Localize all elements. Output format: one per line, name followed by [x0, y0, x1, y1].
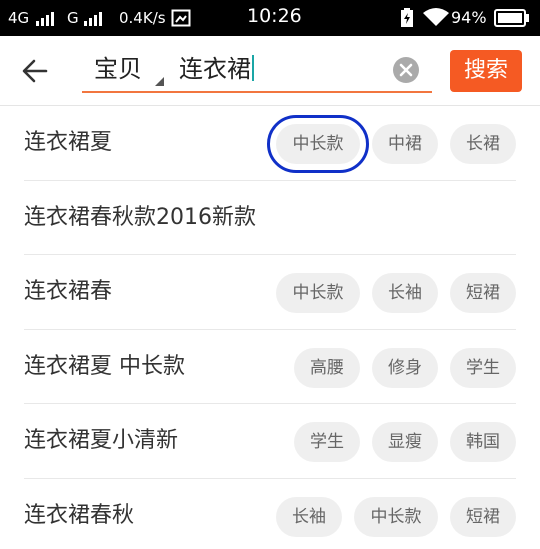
suggestion-label: 连衣裙春	[24, 279, 113, 305]
suggestion-tag[interactable]: 短裙	[450, 496, 516, 537]
wifi-icon	[423, 8, 449, 26]
suggestion-label: 连衣裙春秋款2016新款	[24, 204, 256, 230]
network-speed: 0.4K/s	[119, 9, 166, 27]
suggestion-tag[interactable]: 修身	[372, 347, 438, 388]
text-cursor	[252, 55, 254, 81]
suggestion-tag[interactable]: 长袖	[276, 496, 342, 537]
battery-percent: 94%	[451, 8, 487, 27]
suggestion-label: 连衣裙夏 中长款	[24, 353, 185, 379]
suggestion-row[interactable]: 连衣裙夏 中长款 中裙 长裙	[24, 106, 516, 181]
suggestion-tag[interactable]: 中裙	[372, 124, 438, 164]
search-query-text[interactable]: 连衣裙	[179, 53, 254, 85]
search-header: 宝贝 连衣裙 搜索	[0, 36, 540, 106]
battery-icon	[494, 9, 529, 27]
signal-strength-icon	[84, 10, 106, 26]
suggestion-tag[interactable]: 中长款	[354, 496, 438, 537]
network-g-label: G	[67, 9, 79, 27]
suggestion-row[interactable]: 连衣裙春秋款2016新款	[24, 181, 516, 256]
suggestion-row[interactable]: 连衣裙夏 中长款 高腰 修身 学生	[24, 330, 516, 405]
suggestion-row[interactable]: 连衣裙春秋 长袖 中长款 短裙	[24, 479, 516, 549]
suggestion-tag[interactable]: 长袖	[372, 273, 438, 314]
suggestion-tag[interactable]: 短裙	[450, 273, 516, 314]
suggestion-tag[interactable]: 学生	[294, 422, 360, 463]
signal-strength-icon	[36, 10, 58, 26]
clock: 10:26	[247, 5, 302, 27]
suggestion-label: 连衣裙夏	[24, 130, 113, 155]
suggestion-row[interactable]: 连衣裙春 中长款 长袖 短裙	[24, 255, 516, 330]
dropdown-triangle-icon[interactable]	[155, 77, 164, 86]
back-arrow-icon[interactable]	[20, 56, 50, 86]
search-scope-selector[interactable]: 宝贝	[94, 53, 142, 85]
network-4g-label: 4G	[8, 9, 30, 27]
charging-icon	[401, 8, 413, 27]
suggestion-tag[interactable]: 韩国	[450, 422, 516, 463]
suggestion-tag[interactable]: 高腰	[294, 347, 360, 388]
suggestion-row[interactable]: 连衣裙夏小清新 学生 显瘦 韩国	[24, 404, 516, 479]
screenshot-icon	[171, 9, 191, 27]
suggestion-tag[interactable]: 中长款	[267, 115, 369, 173]
suggestion-tag[interactable]: 中长款	[276, 273, 360, 314]
search-button[interactable]: 搜索	[450, 50, 522, 92]
search-query-value: 连衣裙	[179, 55, 251, 83]
suggestion-tag[interactable]: 显瘦	[372, 422, 438, 463]
suggestion-tag[interactable]: 学生	[450, 347, 516, 388]
suggestion-list: 连衣裙夏 中长款 中裙 长裙 连衣裙春秋款2016新款 连衣裙春 中长款 长袖 …	[0, 106, 540, 549]
search-input[interactable]: 宝贝 连衣裙	[82, 51, 432, 93]
status-bar: 4G G 0.4K/s 10:26 94%	[0, 0, 540, 36]
suggestion-label: 连衣裙夏小清新	[24, 428, 179, 454]
suggestion-label: 连衣裙春秋	[24, 502, 135, 528]
suggestion-tag[interactable]: 长裙	[450, 124, 516, 164]
clear-icon[interactable]	[393, 57, 419, 83]
